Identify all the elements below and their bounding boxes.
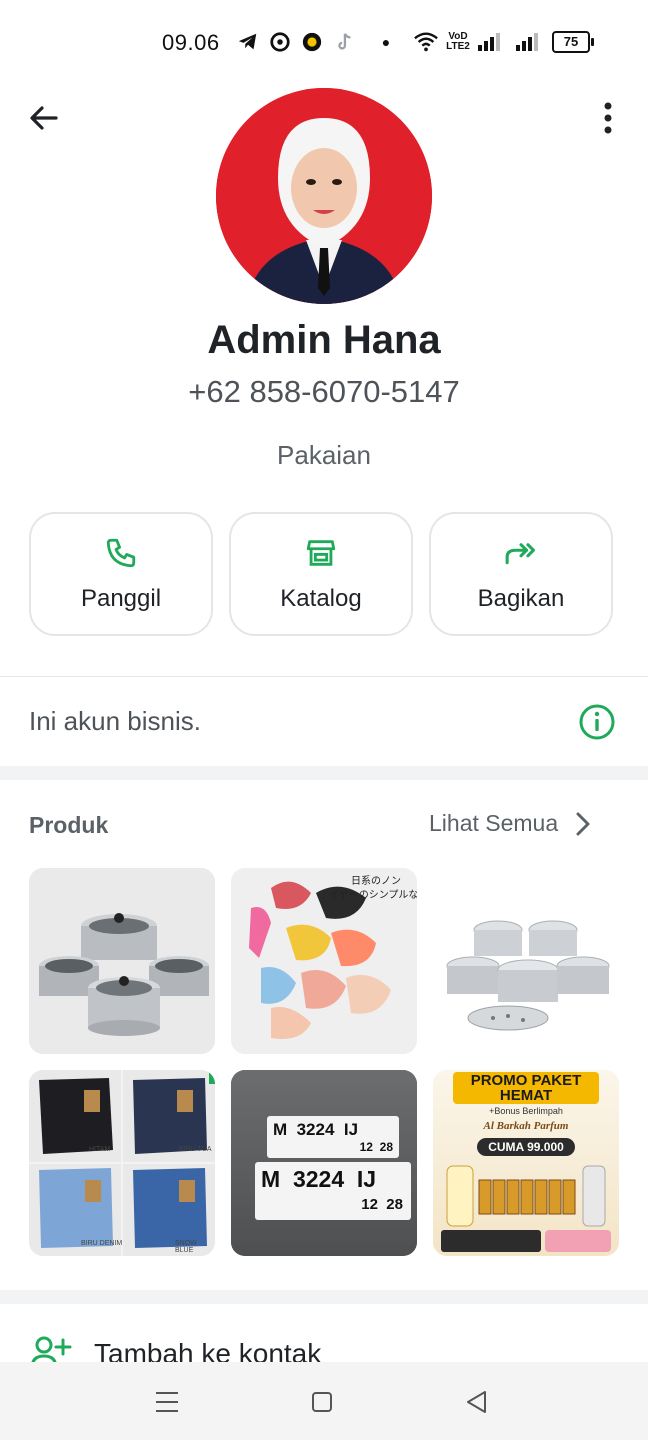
triangle-back-icon xyxy=(467,1391,486,1413)
bra-image: 日系のノン イヤーのシンプルな下 xyxy=(231,868,417,1054)
telegram-icon xyxy=(236,30,260,54)
signal-sim1-icon xyxy=(478,33,500,51)
see-all-label: Lihat Semua xyxy=(429,810,559,836)
jeans-label-1: HITAM xyxy=(89,1146,111,1153)
product-tile-steel-pots[interactable] xyxy=(433,868,619,1054)
plate-bottom-number: M 3224 IJ xyxy=(261,1166,377,1192)
volte-label: VoD LTE2 xyxy=(446,31,470,52)
catalog-button[interactable]: Katalog xyxy=(229,512,413,636)
contact-name: Admin Hana xyxy=(207,318,441,362)
jeans-label-3: BIRU DENIM xyxy=(81,1240,123,1247)
svg-text:日系のノン: 日系のノン xyxy=(351,875,401,887)
product-tile-perfume[interactable]: PROMO PAKET HEMAT +Bonus Berlimpah Al Ba… xyxy=(433,1070,619,1256)
phone-icon xyxy=(103,535,139,571)
product-tile-jeans[interactable]: HITAM BIRU TUA BIRU DENIM SNOW BLUE xyxy=(29,1070,215,1256)
cookware-image xyxy=(29,868,215,1054)
arrow-left-icon xyxy=(30,106,58,130)
share-label: Bagikan xyxy=(477,585,565,612)
nav-back-button[interactable] xyxy=(456,1382,496,1422)
forward-icon xyxy=(503,535,539,571)
product-tile-bra[interactable]: 日系のノン イヤーのシンプルな下 xyxy=(231,868,417,1054)
system-navigation-bar xyxy=(0,1362,648,1440)
store-icon xyxy=(303,535,339,571)
avatar-photo xyxy=(216,88,432,304)
wifi-icon xyxy=(414,30,438,54)
products-title: Produk xyxy=(29,812,109,838)
more-vertical-icon xyxy=(604,102,612,134)
status-notification-icons: ● xyxy=(236,30,398,54)
product-tile-plate[interactable]: M 3224 IJ 12 28 M 3224 IJ 12 28 xyxy=(231,1070,417,1256)
jeans-image xyxy=(29,1070,215,1256)
perfume-bottles-image xyxy=(441,1165,611,1252)
signal-sim2-icon xyxy=(516,33,538,51)
more-options-button[interactable] xyxy=(586,96,630,140)
status-system-icons: VoD LTE2 75 xyxy=(414,30,594,54)
share-button[interactable]: Bagikan xyxy=(429,512,613,636)
catalog-label: Katalog xyxy=(280,585,362,612)
call-label: Panggil xyxy=(80,585,162,612)
call-button[interactable]: Panggil xyxy=(29,512,213,636)
section-separator-2 xyxy=(0,1290,648,1304)
app-icon xyxy=(300,30,324,54)
home-button[interactable] xyxy=(302,1382,342,1422)
info-button[interactable] xyxy=(577,702,617,742)
chevron-right-icon xyxy=(576,812,590,835)
business-account-text: Ini akun bisnis. xyxy=(29,706,201,736)
recents-button[interactable] xyxy=(147,1382,187,1422)
tiktok-icon xyxy=(332,30,356,54)
product-tile-cookware[interactable] xyxy=(29,868,215,1054)
jeans-label-4: SNOW BLUE xyxy=(175,1240,197,1254)
plate-top: M 3224 IJ 12 28 xyxy=(267,1116,399,1158)
section-separator xyxy=(0,766,648,780)
notification-icon xyxy=(268,30,292,54)
menu-lines-icon xyxy=(156,1392,178,1412)
business-category: Pakaian xyxy=(277,440,371,470)
svg-text:イヤーのシンプルな下: イヤーのシンプルな下 xyxy=(329,889,417,901)
jeans-label-2: BIRU TUA xyxy=(179,1146,212,1153)
info-icon xyxy=(579,704,615,740)
plate-bottom-date: 12 28 xyxy=(361,1196,403,1213)
back-button[interactable] xyxy=(22,96,66,140)
section-divider xyxy=(0,676,648,677)
status-time: 09.06 xyxy=(162,30,220,55)
plate-bottom: M 3224 IJ 12 28 xyxy=(255,1162,411,1220)
battery-icon: 75 xyxy=(552,31,594,53)
add-to-contacts-row[interactable]: Tambah ke kontak xyxy=(0,1310,648,1370)
more-notifications-dot-icon: ● xyxy=(381,34,391,50)
plate-top-date: 12 28 xyxy=(359,1140,393,1154)
status-bar: 09.06 ● VoD LTE2 75 xyxy=(0,0,648,86)
see-all-button[interactable]: Lihat Semua xyxy=(429,810,590,837)
steel-pots-image xyxy=(433,868,619,1054)
product-grid: 日系のノン イヤーのシンプルな下 xyxy=(29,868,619,1256)
contact-phone[interactable]: +62 858-6070-5147 xyxy=(0,374,648,410)
home-square-icon xyxy=(312,1392,332,1412)
profile-avatar[interactable] xyxy=(216,88,432,304)
business-account-row[interactable]: Ini akun bisnis. xyxy=(0,678,648,766)
plate-top-number: M 3224 IJ xyxy=(273,1120,359,1139)
action-buttons: Panggil Katalog Bagikan xyxy=(29,512,613,636)
